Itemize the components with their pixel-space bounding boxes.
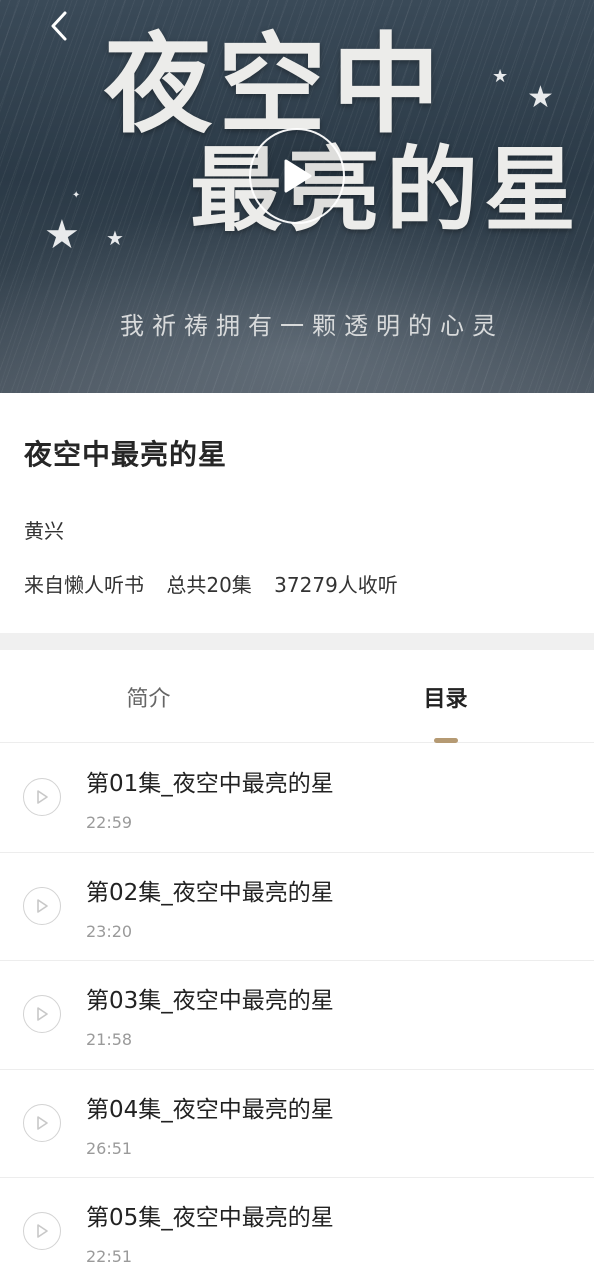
play-circle-icon[interactable] [23, 1103, 61, 1142]
book-meta: 来自懒人听书 总共20集 37279人收听 [24, 569, 414, 598]
play-circle-icon[interactable] [23, 1212, 61, 1250]
episode-list: 第01集_夜空中最亮的星 22:59 第02集_夜空中最亮的星 23:20 第0… [0, 744, 594, 1287]
episode-item[interactable]: 第05集_夜空中最亮的星 22:51 [0, 1178, 594, 1287]
cover-title-line1: 夜空中 [104, 22, 447, 148]
tab-toc[interactable]: 目录 [297, 650, 594, 743]
episode-title: 第05集_夜空中最亮的星 [86, 1205, 334, 1231]
cover-banner: ★ ★ ★ ★ ✦ 夜空中 最亮的星 我祈祷拥有一颗透明的心灵 [0, 0, 594, 393]
tab-intro[interactable]: 简介 [0, 650, 297, 743]
star-icon: ★ [492, 66, 509, 87]
author-name: 黄兴 [24, 519, 64, 543]
listener-count: 37279人收听 [274, 573, 398, 597]
cover-subtitle: 我祈祷拥有一颗透明的心灵 [120, 312, 504, 340]
episode-title: 第04集_夜空中最亮的星 [86, 1096, 334, 1123]
play-button[interactable] [249, 128, 345, 224]
episode-item[interactable]: 第01集_夜空中最亮的星 22:59 [0, 744, 594, 853]
episode-title: 第01集_夜空中最亮的星 [86, 771, 334, 797]
cover-title-line2: 最亮的星 [190, 136, 583, 244]
play-circle-icon[interactable] [23, 886, 61, 925]
play-icon [284, 159, 312, 193]
play-circle-icon[interactable] [23, 778, 61, 816]
chevron-left-icon [51, 11, 67, 41]
episode-title: 第03集_夜空中最亮的星 [86, 988, 334, 1014]
episode-duration: 22:51 [86, 1247, 133, 1266]
episode-title: 第02集_夜空中最亮的星 [86, 879, 334, 906]
episode-item[interactable]: 第02集_夜空中最亮的星 23:20 [0, 853, 594, 961]
episode-duration: 23:20 [86, 921, 133, 941]
star-icon: ★ [527, 80, 554, 115]
play-circle-icon[interactable] [23, 995, 61, 1033]
episode-duration: 22:59 [86, 813, 133, 832]
book-info: 夜空中最亮的星 黄兴 来自懒人听书 总共20集 37279人收听 [0, 393, 594, 633]
source-label: 来自懒人听书 [24, 573, 144, 597]
star-icon: ★ [106, 226, 124, 250]
episode-item[interactable]: 第03集_夜空中最亮的星 21:58 [0, 961, 594, 1070]
tab-bar: 简介 目录 [0, 650, 594, 743]
back-button[interactable] [42, 6, 76, 46]
episode-count: 总共20集 [166, 573, 252, 597]
star-icon: ✦ [72, 190, 81, 201]
star-icon: ★ [44, 212, 80, 258]
section-divider [0, 633, 594, 650]
episode-duration: 26:51 [86, 1138, 133, 1158]
active-tab-indicator [434, 738, 458, 743]
book-title: 夜空中最亮的星 [24, 438, 228, 471]
episode-duration: 21:58 [86, 1030, 133, 1049]
episode-item[interactable]: 第04集_夜空中最亮的星 26:51 [0, 1070, 594, 1178]
